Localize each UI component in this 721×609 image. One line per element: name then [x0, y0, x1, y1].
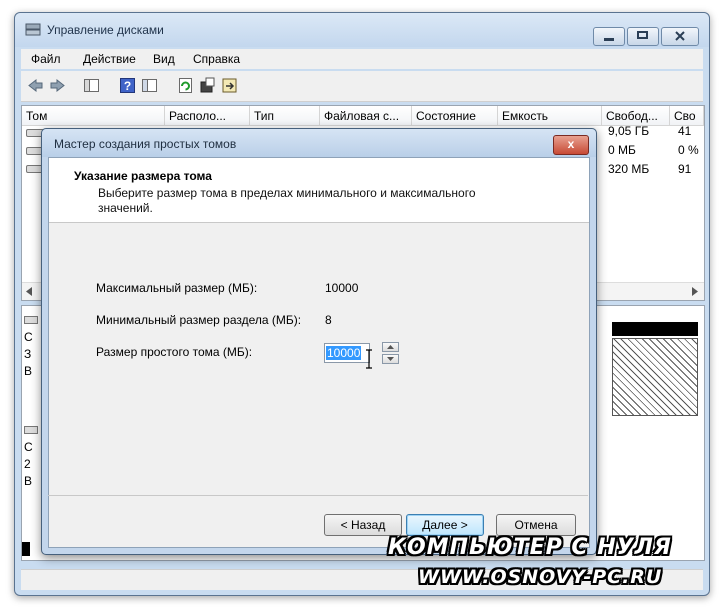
new-simple-volume-wizard: Мастер создания простых томов x Указание…: [41, 128, 597, 555]
max-size-label: Максимальный размер (МБ):: [96, 281, 258, 295]
volume-size-spinner[interactable]: [382, 342, 399, 365]
watermark-title: КОМПЬЮТЕР С НУЛЯ: [388, 535, 672, 560]
minimize-icon: [604, 38, 614, 41]
disk-label-char: С: [24, 330, 33, 344]
menu-view[interactable]: Вид: [153, 52, 175, 66]
properties-icon[interactable]: [141, 77, 158, 94]
minimize-button[interactable]: [593, 27, 625, 46]
disk-label-char: З: [24, 347, 32, 361]
column-header-status[interactable]: Состояние: [412, 106, 498, 126]
free-space-cell: 320 МБ: [608, 162, 650, 176]
text-cursor-icon: [366, 349, 372, 369]
forward-arrow-icon[interactable]: [49, 77, 66, 94]
free-space-cell: 9,05 ГБ: [608, 124, 650, 138]
wizard-step-description: Выберите размер тома в пределах минималь…: [98, 186, 476, 215]
close-icon: x: [567, 137, 575, 151]
disk-label-char: 2: [24, 457, 31, 471]
disk-label-char: С: [24, 440, 33, 454]
scroll-left-icon[interactable]: [26, 287, 32, 296]
wizard-separator: [48, 495, 588, 496]
back-button[interactable]: < Назад: [324, 514, 402, 536]
menu-help[interactable]: Справка: [193, 52, 240, 66]
maximize-icon: [637, 31, 648, 39]
volume-size-value: 10000: [326, 346, 362, 360]
chevron-up-icon: [387, 345, 394, 349]
column-header-volume[interactable]: Том: [22, 106, 165, 126]
refresh-icon[interactable]: [177, 77, 194, 94]
close-window-button[interactable]: [661, 27, 699, 46]
cancel-button[interactable]: Отмена: [496, 514, 576, 536]
disk-partition-bar: [22, 542, 30, 556]
close-icon: [675, 31, 685, 41]
column-header-filesystem[interactable]: Файловая с...: [320, 106, 412, 126]
maximize-button[interactable]: [627, 27, 659, 46]
min-size-value: 8: [325, 313, 332, 327]
export-icon[interactable]: [221, 77, 238, 94]
back-arrow-icon[interactable]: [27, 77, 44, 94]
help-icon[interactable]: ?: [119, 77, 136, 94]
min-size-label: Минимальный размер раздела (МБ):: [96, 313, 302, 327]
watermark-url: WWW.OSNOVY-PC.RU: [418, 566, 663, 588]
column-header-free-pct[interactable]: Сво: [670, 106, 704, 126]
volume-size-label: Размер простого тома (МБ):: [96, 345, 253, 359]
free-space-cell: 0 МБ: [608, 143, 636, 157]
svg-text:?: ?: [124, 79, 131, 93]
max-size-value: 10000: [325, 281, 359, 295]
wizard-header: Указание размера тома Выберите размер то…: [49, 158, 589, 223]
toolbar: ?: [21, 71, 703, 102]
title-bar[interactable]: Управление дисками: [15, 13, 709, 47]
scroll-right-icon[interactable]: [692, 287, 698, 296]
disk-icon: [24, 426, 38, 434]
wizard-title-bar[interactable]: Мастер создания простых томов x: [42, 129, 596, 157]
wizard-step-title: Указание размера тома: [74, 169, 212, 183]
disk-icon: [24, 316, 38, 324]
spin-up-button[interactable]: [382, 342, 399, 352]
next-button[interactable]: Далее >: [406, 514, 484, 536]
disk-management-icon: [25, 23, 41, 36]
column-header-layout[interactable]: Располо...: [165, 106, 250, 126]
view-panel-icon[interactable]: [83, 77, 100, 94]
rescan-icon[interactable]: [199, 77, 216, 94]
free-pct-cell: 91: [678, 162, 692, 176]
wizard-title: Мастер создания простых томов: [54, 137, 237, 151]
menu-file[interactable]: Файл: [31, 52, 61, 66]
menu-action[interactable]: Действие: [83, 52, 136, 66]
free-pct-cell: 0 %: [678, 143, 699, 157]
chevron-down-icon: [387, 357, 394, 361]
partition-header-bar: [612, 322, 698, 336]
menu-bar: Файл Действие Вид Справка: [21, 49, 703, 69]
free-pct-cell: 41: [678, 124, 692, 138]
column-header-type[interactable]: Тип: [250, 106, 320, 126]
disk-label-char: В: [24, 474, 33, 488]
disk-label-char: В: [24, 364, 33, 378]
column-header-free[interactable]: Свобод...: [602, 106, 670, 126]
column-header-capacity[interactable]: Емкость: [498, 106, 602, 126]
unallocated-partition[interactable]: [612, 338, 698, 416]
spin-down-button[interactable]: [382, 354, 399, 364]
wizard-close-button[interactable]: x: [553, 135, 589, 155]
window-title: Управление дисками: [47, 23, 164, 37]
